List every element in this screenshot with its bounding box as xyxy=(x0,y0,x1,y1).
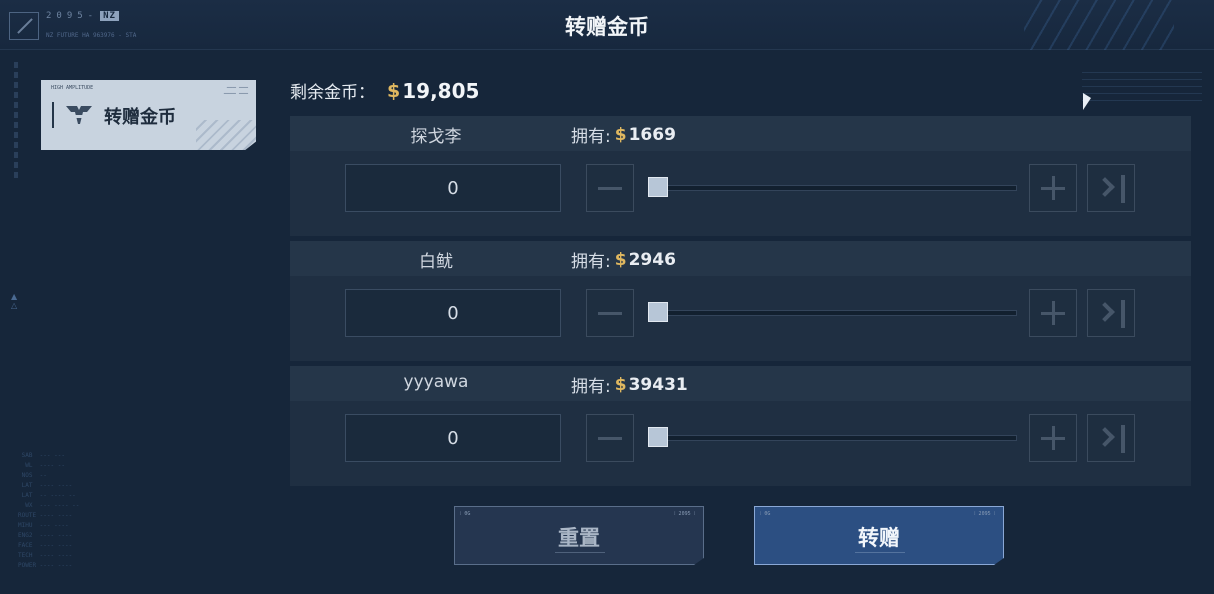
right-decoration xyxy=(1082,72,1202,102)
emblem-icon xyxy=(66,106,92,124)
button-corner-text: ⁞ 2095 ⁞ xyxy=(974,511,995,517)
player-name: 探戈李 xyxy=(410,127,462,147)
gift-amount-input[interactable] xyxy=(345,414,561,462)
player-owned: 拥有: $ 1669 xyxy=(571,122,676,148)
decrease-button[interactable] xyxy=(586,289,634,337)
remaining-balance: 剩余金币： $ 19,805 xyxy=(290,78,480,104)
increase-button[interactable] xyxy=(1029,414,1077,462)
max-button[interactable] xyxy=(1087,414,1135,462)
max-button[interactable] xyxy=(1087,164,1135,212)
minus-icon xyxy=(598,437,622,440)
owned-amount: 1669 xyxy=(628,124,676,145)
reset-button-label: 重置 xyxy=(558,526,600,550)
skip-to-max-icon xyxy=(1095,302,1115,322)
player-name: yyyawa xyxy=(403,372,469,392)
decrease-button[interactable] xyxy=(586,414,634,462)
card-divider xyxy=(52,102,54,128)
player-name: 白鱿 xyxy=(419,252,453,272)
button-corner-text: ⁞ 0G xyxy=(760,511,771,517)
player-row: yyyawa 拥有: $ 39431 xyxy=(290,366,1191,486)
left-decoration xyxy=(14,62,18,182)
increase-button[interactable] xyxy=(1029,289,1077,337)
coin-icon: $ xyxy=(387,79,401,102)
button-corner-text: ⁞ 0G xyxy=(460,511,471,517)
gift-amount-input[interactable] xyxy=(345,164,561,212)
triangle-icon: ▲ △ xyxy=(11,292,18,310)
coin-icon: $ xyxy=(614,249,627,270)
player-owned: 拥有: $ 39431 xyxy=(571,372,688,398)
amount-slider[interactable] xyxy=(648,310,1017,316)
owned-label: 拥有: xyxy=(571,377,611,397)
player-row-header: yyyawa 拥有: $ 39431 xyxy=(290,366,1191,401)
card-meta: ━━━ ━━━ ━━━━ ━━━ xyxy=(223,85,248,97)
minus-icon xyxy=(598,187,622,190)
button-underline xyxy=(555,552,605,553)
page-title: 转赠金币 xyxy=(565,15,649,39)
button-corner-text: ⁞ 2095 ⁞ xyxy=(674,511,695,517)
player-owned: 拥有: $ 2946 xyxy=(571,247,676,273)
amount-slider[interactable] xyxy=(648,435,1017,441)
slider-handle[interactable] xyxy=(648,427,668,447)
player-row-header: 探戈李 拥有: $ 1669 xyxy=(290,116,1191,151)
slider-handle[interactable] xyxy=(648,302,668,322)
mouse-cursor-icon xyxy=(1083,93,1091,110)
decrease-button[interactable] xyxy=(586,164,634,212)
max-button[interactable] xyxy=(1087,289,1135,337)
owned-label: 拥有: xyxy=(571,127,611,147)
amount-slider[interactable] xyxy=(648,185,1017,191)
owned-label: 拥有: xyxy=(571,252,611,272)
skip-to-max-icon xyxy=(1095,177,1115,197)
coin-icon: $ xyxy=(614,124,627,145)
data-decoration: SAB --- --- WL ---- -- NOS -- LAT ---- -… xyxy=(18,452,80,569)
balance-label: 剩余金币： xyxy=(290,83,375,103)
card-caption: HIGH AMPLITUDE xyxy=(51,85,94,91)
player-row: 白鱿 拥有: $ 2946 xyxy=(290,241,1191,361)
owned-amount: 39431 xyxy=(628,374,688,395)
gift-amount-input[interactable] xyxy=(345,289,561,337)
owned-amount: 2946 xyxy=(628,249,676,270)
card-label: 转赠金币 xyxy=(104,107,176,128)
give-button-label: 转赠 xyxy=(858,526,900,550)
reset-button[interactable]: ⁞ 0G ⁞ 2095 ⁞ 重置 xyxy=(454,506,704,565)
slider-handle[interactable] xyxy=(648,177,668,197)
coin-icon: $ xyxy=(614,374,627,395)
give-button[interactable]: ⁞ 0G ⁞ 2095 ⁞ 转赠 xyxy=(754,506,1004,565)
button-underline xyxy=(855,552,905,553)
minus-icon xyxy=(598,312,622,315)
top-bar: 2095- NZ NZ FUTURE HA 963976 - STA 转赠金币 xyxy=(0,0,1214,50)
card-stripes xyxy=(196,120,256,150)
increase-button[interactable] xyxy=(1029,164,1077,212)
skip-to-max-icon xyxy=(1095,427,1115,447)
sidebar-tab-gift-coins[interactable]: HIGH AMPLITUDE ━━━ ━━━ ━━━━ ━━━ 转赠金币 xyxy=(41,80,256,150)
player-row-header: 白鱿 拥有: $ 2946 xyxy=(290,241,1191,276)
player-row: 探戈李 拥有: $ 1669 xyxy=(290,116,1191,236)
balance-value: 19,805 xyxy=(402,78,480,103)
